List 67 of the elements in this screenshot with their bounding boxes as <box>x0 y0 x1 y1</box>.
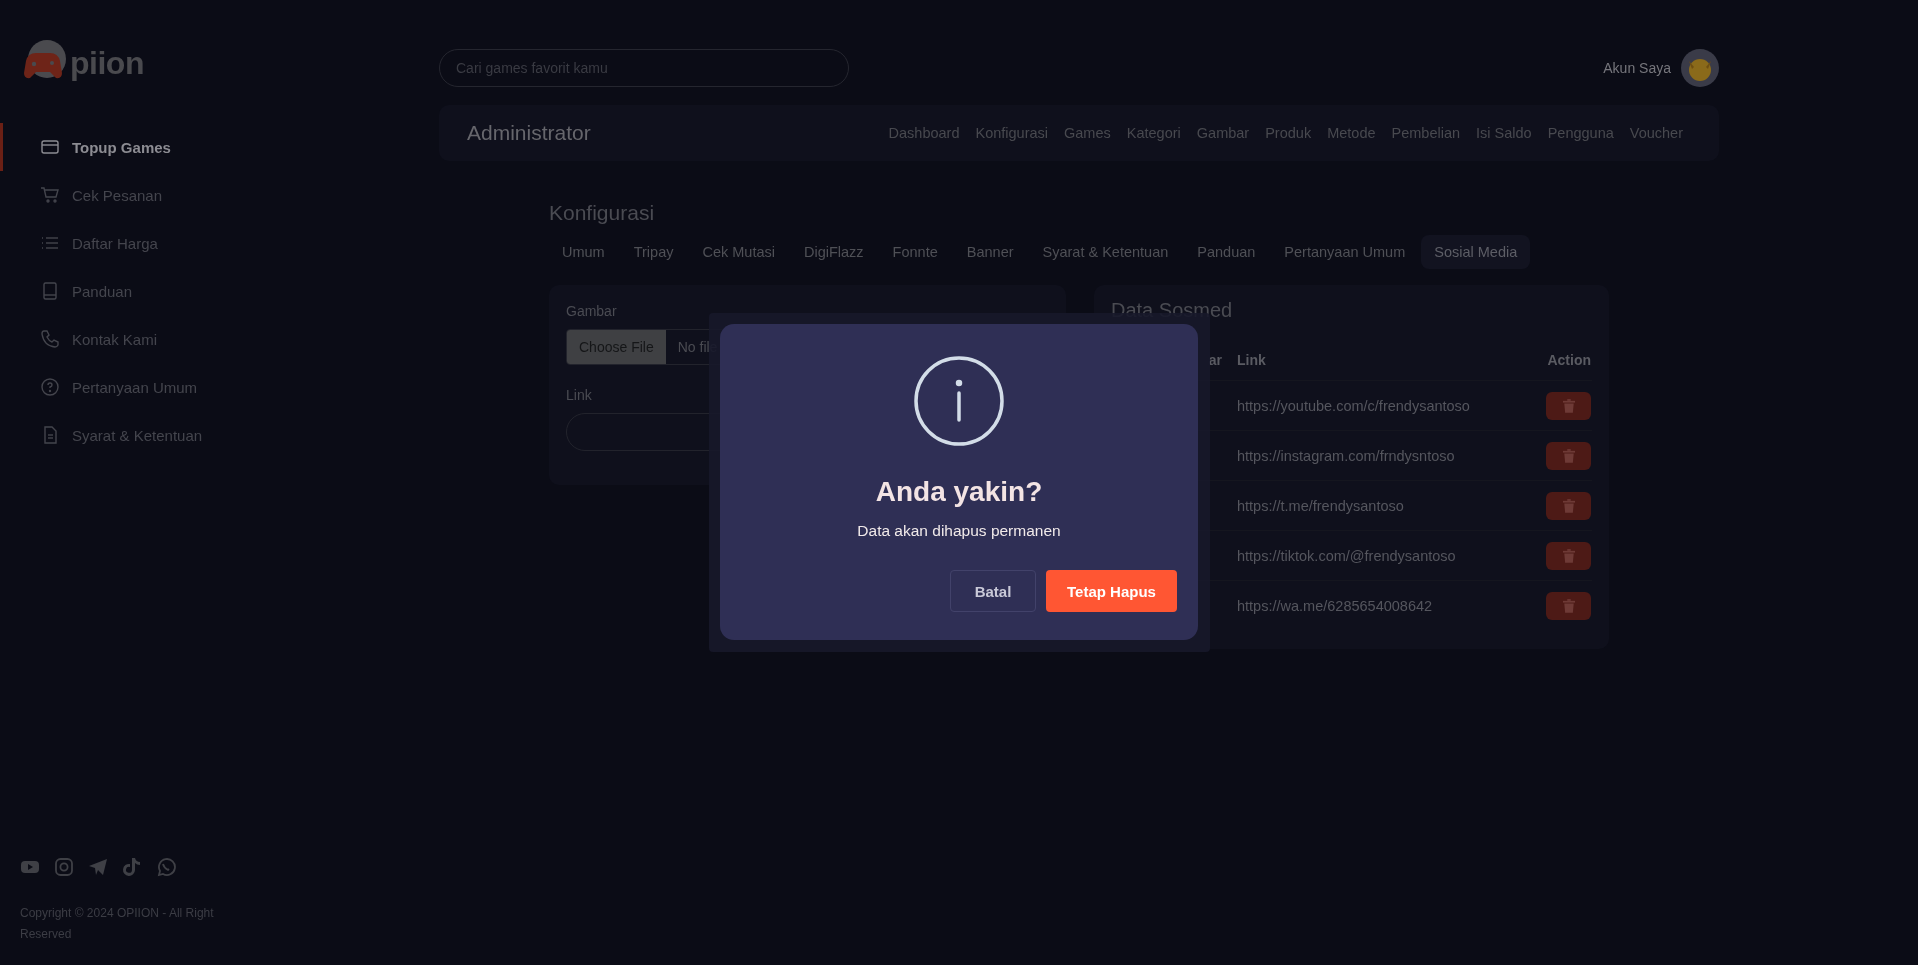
settings-tab[interactable]: Tripay <box>620 235 687 269</box>
admin-nav-link[interactable]: Gambar <box>1196 125 1250 141</box>
dialog-message: Data akan dihapus permanen <box>857 522 1061 540</box>
question-icon <box>40 377 60 397</box>
table-cell: https://instagram.com/frndysntoso <box>1236 430 1520 481</box>
table-cell: https://wa.me/6285654008642 <box>1236 580 1520 630</box>
delete-button[interactable] <box>1546 441 1591 470</box>
settings-tab[interactable]: Banner <box>953 235 1027 269</box>
settings-tab[interactable]: Pertanyaan Umum <box>1271 235 1419 269</box>
trash-icon <box>1562 448 1575 463</box>
admin-nav-link[interactable]: Pengguna <box>1547 125 1614 141</box>
admin-nav-link[interactable]: Metode <box>1327 125 1376 141</box>
delete-button[interactable] <box>1546 391 1591 420</box>
table-cell: https://t.me/frendysantoso <box>1236 480 1520 531</box>
table-cell: https://youtube.com/c/frendysantoso <box>1236 380 1520 431</box>
trash-icon <box>1562 548 1575 563</box>
admin-title: Administrator <box>467 121 591 145</box>
sidebar-item[interactable]: Kontak Kami <box>0 315 250 363</box>
field-label: Gambar <box>566 303 618 319</box>
book-icon <box>40 281 60 301</box>
settings-tab[interactable]: Cek Mutasi <box>689 235 788 269</box>
confirm-delete-button[interactable]: Tetap Hapus <box>1046 570 1177 612</box>
admin-nav-link[interactable]: Dashboard <box>888 125 960 141</box>
account-label[interactable]: Akun Saya <box>1603 60 1671 76</box>
logo-text: piion <box>70 44 144 82</box>
phone-icon <box>40 329 60 349</box>
settings-tab[interactable]: Fonnte <box>879 235 951 269</box>
sidebar-item[interactable]: Cek Pesanan <box>0 171 250 219</box>
trash-icon <box>1562 398 1575 413</box>
admin-nav-link[interactable]: Konfigurasi <box>975 125 1049 141</box>
sidebar-item[interactable]: Daftar Harga <box>0 219 250 267</box>
settings-tab[interactable]: Panduan <box>1184 235 1269 269</box>
admin-nav-link[interactable]: Kategori <box>1126 125 1181 141</box>
delete-button[interactable] <box>1546 491 1591 520</box>
camera-icon[interactable] <box>54 857 74 877</box>
settings-tab[interactable]: Sosial Media <box>1421 235 1531 269</box>
admin-nav-link[interactable]: Voucher <box>1629 125 1683 141</box>
admin-nav-link[interactable]: Produk <box>1265 125 1312 141</box>
delete-button[interactable] <box>1546 541 1591 570</box>
trash-icon <box>1562 498 1575 513</box>
settings-tab[interactable]: Syarat & Ketentuan <box>1029 235 1182 269</box>
sidebar-item[interactable]: Panduan <box>0 267 250 315</box>
paper-plane-icon[interactable] <box>88 857 108 877</box>
card-icon <box>40 137 60 157</box>
settings-tab[interactable]: DigiFlazz <box>791 235 877 269</box>
trash-icon <box>1562 598 1575 613</box>
sidebar-item[interactable]: Pertanyaan Umum <box>0 363 250 411</box>
table-cell: https://tiktok.com/@frendysantoso <box>1236 530 1520 581</box>
column-header: Link <box>1236 340 1520 381</box>
cart-icon <box>40 185 60 205</box>
page-title: Konfigurasi <box>549 201 656 225</box>
column-header: Action <box>1520 340 1592 381</box>
cancel-button[interactable]: Batal <box>950 570 1036 612</box>
info-icon <box>914 356 1004 446</box>
music-note-icon[interactable] <box>122 857 142 877</box>
admin-nav-link[interactable]: Pembelian <box>1391 125 1461 141</box>
column-header: ar <box>1111 340 1236 381</box>
settings-tab[interactable]: Umum <box>549 235 618 269</box>
dialog-title: Anda yakin? <box>875 476 1043 508</box>
sidebar-item[interactable]: Syarat & Ketentuan <box>0 411 250 459</box>
admin-nav-link[interactable]: Games <box>1064 125 1111 141</box>
delete-button[interactable] <box>1546 591 1591 620</box>
admin-nav-link[interactable]: Isi Saldo <box>1476 125 1532 141</box>
avatar[interactable] <box>1681 49 1719 87</box>
chat-phone-icon[interactable] <box>156 857 176 877</box>
sidebar-item[interactable]: Topup Games <box>0 123 250 171</box>
field-label: Link <box>566 387 593 403</box>
